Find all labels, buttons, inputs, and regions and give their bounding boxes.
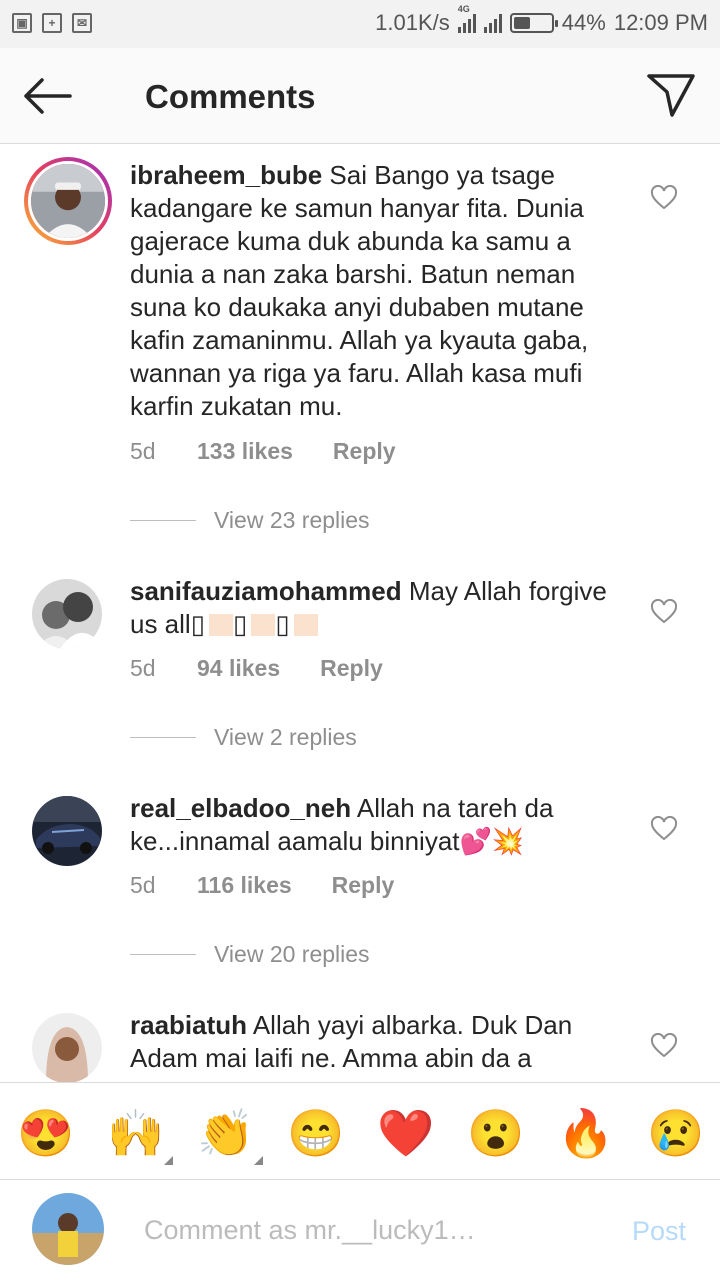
view-replies-button[interactable]: View 23 replies <box>130 507 370 534</box>
emoji-placeholder <box>251 614 276 636</box>
comment-meta: 5d 94 likes Reply <box>130 655 383 682</box>
signal-icon: 4G <box>457 4 476 33</box>
battery-percent: 44% <box>561 10 606 35</box>
comment-time: 5d <box>130 438 156 464</box>
clock: 12:09 PM <box>613 10 708 35</box>
likes-count[interactable]: 94 likes <box>197 655 280 682</box>
comment-composer: Post <box>0 1180 720 1280</box>
emoji-placeholder <box>209 614 234 636</box>
avatar[interactable] <box>24 157 112 245</box>
comment-text-block: ibraheem_bube Sai Bango ya tsage kadanga… <box>130 159 630 423</box>
comment-meta: 5d 116 likes Reply <box>130 872 394 899</box>
back-button[interactable] <box>22 76 72 116</box>
view-replies-label: View 23 replies <box>214 507 370 533</box>
network-speed: 1.01K/s <box>375 10 450 35</box>
comment-time: 5d <box>130 872 156 898</box>
comment-text-block: real_elbadoo_neh Allah na tareh da ke...… <box>130 792 630 858</box>
avatar[interactable] <box>32 796 102 866</box>
avatar[interactable] <box>32 1013 102 1082</box>
avatar-photo <box>32 1193 104 1265</box>
skin-tone-indicator <box>254 1156 263 1165</box>
divider <box>130 520 196 521</box>
avatar-photo <box>31 164 105 238</box>
avatar-photo <box>32 1013 102 1082</box>
comment-meta: 5d 133 likes Reply <box>130 438 396 465</box>
view-replies-label: View 2 replies <box>214 724 357 750</box>
comment-username[interactable]: sanifauziamohammed <box>130 576 402 606</box>
missing-glyph: ▯ <box>233 609 248 639</box>
battery-fill <box>513 17 530 29</box>
emoji-glyph: 😮 <box>467 1107 525 1159</box>
gallery-icon: ▣ <box>12 13 32 33</box>
emoji-fire-button[interactable]: 🔥 <box>557 1105 615 1161</box>
avatar-photo <box>32 796 102 866</box>
emoji-grin-button[interactable]: 😁 <box>287 1105 345 1161</box>
heart-icon[interactable] <box>650 1033 678 1059</box>
view-replies-button[interactable]: View 20 replies <box>130 941 370 968</box>
emoji-glyph: ❤️ <box>377 1107 435 1159</box>
skin-tone-indicator <box>164 1156 173 1165</box>
emoji-heart-eyes-button[interactable]: 😍 <box>17 1105 75 1161</box>
quick-emoji-bar: 😍 🙌 👏 😁 ❤️ 😮 🔥 😢 <box>0 1082 720 1180</box>
comment-list[interactable]: ibraheem_bube Sai Bango ya tsage kadanga… <box>0 145 720 1082</box>
status-right: 1.01K/s 4G 44% 12:09 PM <box>375 4 708 36</box>
divider <box>130 954 196 955</box>
heart-icon[interactable] <box>650 816 678 842</box>
emoji-surprised-button[interactable]: 😮 <box>467 1105 525 1161</box>
share-button[interactable] <box>646 72 696 118</box>
sim-icon: + <box>42 13 62 33</box>
emoji-heart-button[interactable]: ❤️ <box>377 1105 435 1161</box>
view-replies-button[interactable]: View 2 replies <box>130 724 357 751</box>
status-bar: ▣ + ✉ 1.01K/s 4G 44% 12:09 PM <box>0 0 720 48</box>
divider <box>130 737 196 738</box>
view-replies-label: View 20 replies <box>214 941 370 967</box>
emoji-raised-hands-button[interactable]: 🙌 <box>107 1105 173 1165</box>
comment-time: 5d <box>130 655 156 681</box>
paper-plane-icon <box>647 74 695 117</box>
missing-glyph: ▯ <box>275 609 290 639</box>
emoji-clapping-button[interactable]: 👏 <box>197 1105 263 1165</box>
comment-username[interactable]: real_elbadoo_neh <box>130 793 351 823</box>
likes-count[interactable]: 116 likes <box>197 872 292 899</box>
emoji-crying-button[interactable]: 😢 <box>647 1105 705 1161</box>
network-type: 4G <box>457 4 470 14</box>
avatar[interactable] <box>32 1193 104 1265</box>
reply-button[interactable]: Reply <box>320 655 383 682</box>
comment-username[interactable]: ibraheem_bube <box>130 160 322 190</box>
emoji-glyph: 👏 <box>197 1107 255 1159</box>
signal-icon-2 <box>483 13 502 33</box>
comment-input[interactable] <box>144 1210 584 1250</box>
comment-text-block: sanifauziamohammed May Allah forgive us … <box>130 575 630 641</box>
reply-button[interactable]: Reply <box>333 438 396 465</box>
comment-text-block: raabiatuh Allah yayi albarka. Duk Dan Ad… <box>130 1009 630 1075</box>
heart-icon[interactable] <box>650 599 678 625</box>
comment-text: Sai Bango ya tsage kadangare ke samun ha… <box>130 160 589 421</box>
heart-icon[interactable] <box>650 185 678 211</box>
status-left-icons: ▣ + ✉ <box>12 13 92 33</box>
emoji-glyph: 🔥 <box>557 1107 615 1159</box>
emoji-glyph: 😍 <box>17 1107 75 1159</box>
emoji-glyph: 😁 <box>287 1107 345 1159</box>
avatar[interactable] <box>32 579 102 649</box>
emoji-glyph: 🙌 <box>107 1107 165 1159</box>
top-bar: Comments <box>0 48 720 144</box>
comment-emoji: 💕💥 <box>459 826 525 856</box>
battery-icon <box>509 13 558 33</box>
comment-username[interactable]: raabiatuh <box>130 1010 247 1040</box>
page-title: Comments <box>145 78 316 115</box>
emoji-placeholder <box>293 614 318 636</box>
avatar-photo <box>32 579 102 649</box>
arrow-left-icon <box>24 78 72 114</box>
emoji-glyph: 😢 <box>647 1107 705 1159</box>
mail-icon: ✉ <box>72 13 92 33</box>
missing-glyph: ▯ <box>190 609 206 639</box>
post-button[interactable]: Post <box>632 1216 686 1247</box>
reply-button[interactable]: Reply <box>332 872 395 899</box>
likes-count[interactable]: 133 likes <box>197 438 293 465</box>
